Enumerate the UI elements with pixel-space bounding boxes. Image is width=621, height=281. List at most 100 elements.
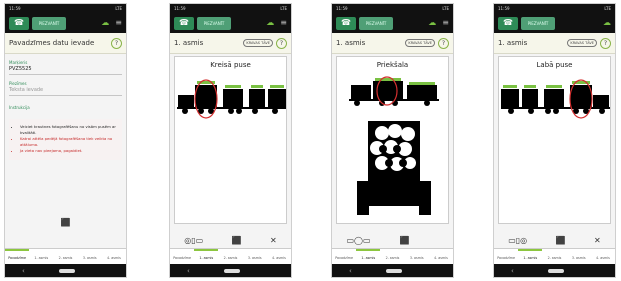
close-icon[interactable]: ✕: [270, 236, 277, 245]
camera-icon[interactable]: ⬛: [556, 236, 566, 245]
help-icon[interactable]: ?: [111, 37, 122, 49]
axle-selector-icon[interactable]: ◎▯▭: [184, 236, 203, 245]
camera-icon[interactable]: ⬛: [400, 236, 410, 245]
nav-bar: ‹: [170, 264, 291, 277]
call-button[interactable]: ☎: [174, 16, 194, 30]
back-icon[interactable]: ‹: [187, 267, 190, 275]
tab-bar: Pavadzīme 1. asmis 2. asmis 3. asmis 4. …: [5, 248, 126, 264]
view-label: Priekšala: [376, 61, 409, 69]
truck-front-icon: [349, 76, 439, 215]
instruction-item: Veiciet krautnes fotografēšanu no visām …: [20, 124, 118, 135]
tab-pavadzime[interactable]: Pavadzīme: [5, 249, 30, 264]
call-button[interactable]: ☎: [9, 16, 29, 30]
help-icon[interactable]: ?: [438, 37, 449, 49]
menu-icon[interactable]: ≡: [280, 19, 287, 27]
tab-asmis-2[interactable]: 2. asmis: [380, 249, 404, 264]
truck-side-right-icon: [501, 79, 610, 119]
phone-screen-4: 11:59 LTE ☎ PIEZVANĪT ☁ 1. asmis KRAVAS T…: [493, 3, 616, 278]
camera-row: ▭◯▭ ⬛: [332, 233, 453, 247]
menu-icon[interactable]: ≡: [115, 19, 122, 27]
view-label: Kreisā puse: [210, 61, 251, 69]
camera-row: ⬛: [5, 215, 126, 229]
call-button[interactable]: ☎: [498, 16, 518, 30]
instructions-title: Instrukcija: [9, 105, 30, 110]
phone-screen-3: 11:59 LTE ☎ PIEZVANĪT ☁ ≡ 1. asmis KRAVAS…: [331, 3, 454, 278]
cloud-icon[interactable]: ☁: [266, 19, 274, 27]
nav-bar: ‹: [5, 264, 126, 277]
phone-screen-2: 11:59 LTE ☎ PIEZVANĪT ☁ ≡ 1. asmis KRAVAS…: [169, 3, 292, 278]
tab-pavadzime[interactable]: Pavadzīme: [494, 249, 518, 264]
instructions-box: Veiciet krautnes fotografēšanu no visām …: [9, 119, 122, 160]
tab-asmis-2[interactable]: 2. asmis: [542, 249, 566, 264]
tab-asmis-3[interactable]: 3. asmis: [405, 249, 429, 264]
home-button[interactable]: [223, 268, 240, 273]
nav-bar: ‹: [494, 264, 615, 277]
back-icon[interactable]: ‹: [511, 267, 514, 275]
tab-asmis-2[interactable]: 2. asmis: [53, 249, 77, 264]
home-button[interactable]: [58, 268, 75, 273]
tab-asmis-1[interactable]: 1. asmis: [194, 249, 219, 264]
tab-bar: Pavadzīme 1. asmis 2. asmis 3. asmis 4. …: [332, 248, 453, 264]
top-bar: ☎ PIEZVANĪT ☁ ≡: [170, 13, 291, 33]
menu-icon[interactable]: ≡: [442, 19, 449, 27]
new-load-button[interactable]: KRAVAS TĀVE: [567, 39, 597, 47]
back-icon[interactable]: ‹: [349, 267, 352, 275]
tab-asmis-1[interactable]: 1. asmis: [518, 249, 543, 264]
tab-pavadzime[interactable]: Pavadzīme: [170, 249, 194, 264]
notes-field[interactable]: Teksta ievade: [9, 87, 122, 96]
call-label-button[interactable]: PIEZVANĪT: [359, 16, 393, 30]
status-signal: LTE: [604, 6, 611, 11]
photo-view: Kreisā puse: [174, 56, 287, 224]
axle-selector-icon[interactable]: ▭◯▭: [346, 236, 370, 245]
tab-asmis-1[interactable]: 1. asmis: [29, 249, 53, 264]
view-label: Labā puse: [536, 61, 573, 69]
phone-icon: ☎: [341, 18, 351, 27]
title-bar: Pavadzīmes datu ievade ?: [5, 33, 126, 54]
cloud-icon[interactable]: ☁: [101, 19, 109, 27]
new-load-button[interactable]: KRAVAS TĀVE: [405, 39, 435, 47]
photo-view: Labā puse: [498, 56, 611, 224]
tab-asmis-4[interactable]: 4. asmis: [102, 249, 126, 264]
phone-icon: ☎: [14, 18, 24, 27]
field-label: Piezīmes: [9, 81, 27, 86]
home-button[interactable]: [547, 268, 564, 273]
status-signal: LTE: [280, 6, 287, 11]
instruction-item: Ja vieta nav pieejama, pagaidiet.: [20, 148, 118, 154]
camera-icon[interactable]: ⬛: [232, 236, 242, 245]
call-button[interactable]: ☎: [336, 16, 356, 30]
instruction-item: Katrai attēla pedējā fotografēšana tiek …: [20, 136, 118, 147]
call-label-button[interactable]: PIEZVANĪT: [521, 16, 555, 30]
tab-asmis-4[interactable]: 4. asmis: [429, 249, 453, 264]
status-bar: 11:59 LTE: [170, 4, 291, 13]
call-label-button[interactable]: PIEZVANĪT: [32, 16, 66, 30]
status-bar: 11:59 LTE: [494, 4, 615, 13]
title-bar: 1. asmis KRAVAS TĀVE ?: [494, 33, 615, 54]
tab-pavadzime[interactable]: Pavadzīme: [332, 249, 356, 264]
help-icon[interactable]: ?: [276, 37, 287, 49]
tab-asmis-3[interactable]: 3. asmis: [567, 249, 591, 264]
tab-asmis-1[interactable]: 1. asmis: [356, 249, 381, 264]
status-signal: LTE: [115, 6, 122, 11]
tab-bar: Pavadzīme 1. asmis 2. asmis 3. asmis 4. …: [494, 248, 615, 264]
cloud-icon[interactable]: ☁: [603, 19, 611, 27]
tab-asmis-2[interactable]: 2. asmis: [218, 249, 242, 264]
marker-field[interactable]: PVZ5525: [9, 66, 122, 75]
camera-icon[interactable]: ⬛: [61, 218, 71, 227]
back-icon[interactable]: ‹: [22, 267, 25, 275]
title-bar: 1. asmis KRAVAS TĀVE ?: [170, 33, 291, 54]
field-label: Marķieris: [9, 60, 28, 65]
home-button[interactable]: [385, 268, 402, 273]
help-icon[interactable]: ?: [600, 37, 611, 49]
top-bar: ☎ PIEZVANĪT ☁ ≡: [5, 13, 126, 33]
tab-asmis-3[interactable]: 3. asmis: [78, 249, 102, 264]
axle-selector-icon[interactable]: ▭▯◎: [508, 236, 527, 245]
tab-asmis-4[interactable]: 4. asmis: [267, 249, 291, 264]
tab-asmis-4[interactable]: 4. asmis: [591, 249, 615, 264]
camera-row: ▭▯◎ ⬛ ✕: [494, 233, 615, 247]
new-load-button[interactable]: KRAVAS TĀVE: [243, 39, 273, 47]
status-signal: LTE: [442, 6, 449, 11]
close-icon[interactable]: ✕: [594, 236, 601, 245]
tab-asmis-3[interactable]: 3. asmis: [243, 249, 267, 264]
call-label-button[interactable]: PIEZVANĪT: [197, 16, 231, 30]
cloud-icon[interactable]: ☁: [428, 19, 436, 27]
